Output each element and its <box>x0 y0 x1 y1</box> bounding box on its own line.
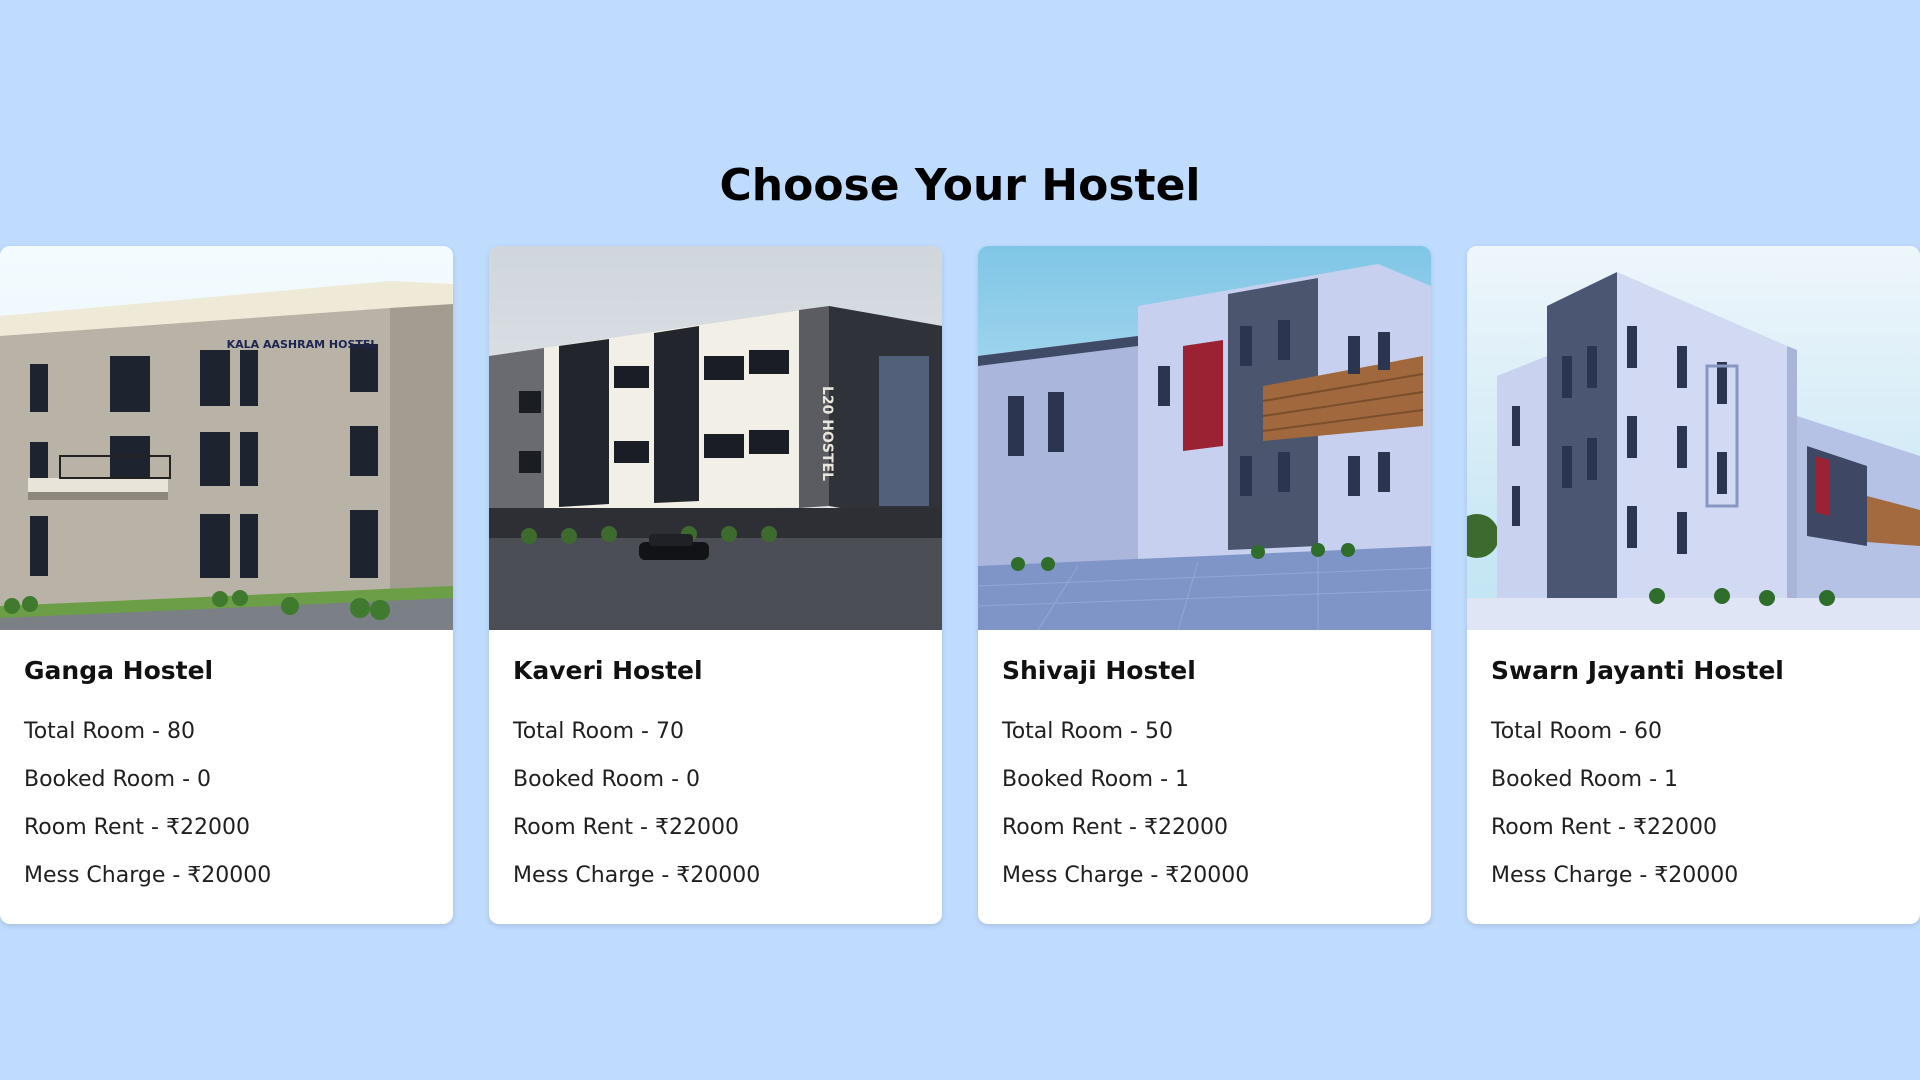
total-room-text: Total Room - 50 <box>1002 719 1173 744</box>
total-room-text: Total Room - 80 <box>24 719 195 744</box>
hostel-selection-page: Choose Your Hostel KALA AASHRAM HOSTEL G… <box>0 0 1920 1080</box>
room-rent-text: Room Rent - ₹22000 <box>1002 815 1228 840</box>
mess-charge-text: Mess Charge - ₹20000 <box>1491 863 1739 888</box>
hostel-building-photo: KALA AASHRAM HOSTEL <box>0 246 453 630</box>
hostel-building-photo <box>1467 246 1920 630</box>
building-sign-text: L20 HOSTEL <box>819 386 835 481</box>
hostel-name: Kaveri Hostel <box>513 656 703 685</box>
building-sign-text: KALA AASHRAM HOSTEL <box>227 338 378 351</box>
hostel-name: Shivaji Hostel <box>1002 656 1196 685</box>
mess-charge-text: Mess Charge - ₹20000 <box>24 863 272 888</box>
page-title: Choose Your Hostel <box>719 160 1201 211</box>
hostel-card-list: KALA AASHRAM HOSTEL Ganga Hostel Total R… <box>0 246 1920 924</box>
hostel-image <box>1467 246 1920 630</box>
total-room-text: Total Room - 60 <box>1491 719 1662 744</box>
booked-room-text: Booked Room - 0 <box>24 767 212 792</box>
hostel-building-photo: L20 HOSTEL <box>489 246 942 630</box>
hostel-image: KALA AASHRAM HOSTEL <box>0 246 453 630</box>
hostel-details: Swarn Jayanti Hostel Total Room - 60 Boo… <box>1467 630 1920 900</box>
hostel-image: L20 HOSTEL <box>489 246 942 630</box>
hostel-building-photo <box>978 246 1431 630</box>
hostel-details: Kaveri Hostel Total Room - 70 Booked Roo… <box>489 630 942 900</box>
mess-charge-text: Mess Charge - ₹20000 <box>513 863 761 888</box>
booked-room-text: Booked Room - 0 <box>513 767 701 792</box>
hostel-card-ganga[interactable]: KALA AASHRAM HOSTEL Ganga Hostel Total R… <box>0 246 453 924</box>
room-rent-text: Room Rent - ₹22000 <box>24 815 250 840</box>
room-rent-text: Room Rent - ₹22000 <box>1491 815 1717 840</box>
hostel-card-shivaji[interactable]: Shivaji Hostel Total Room - 50 Booked Ro… <box>978 246 1431 924</box>
hostel-card-swarn-jayanti[interactable]: Swarn Jayanti Hostel Total Room - 60 Boo… <box>1467 246 1920 924</box>
booked-room-text: Booked Room - 1 <box>1002 767 1190 792</box>
total-room-text: Total Room - 70 <box>513 719 684 744</box>
booked-room-text: Booked Room - 1 <box>1491 767 1679 792</box>
hostel-image <box>978 246 1431 630</box>
hostel-details: Ganga Hostel Total Room - 80 Booked Room… <box>0 630 453 900</box>
mess-charge-text: Mess Charge - ₹20000 <box>1002 863 1250 888</box>
hostel-name: Ganga Hostel <box>24 656 214 685</box>
room-rent-text: Room Rent - ₹22000 <box>513 815 739 840</box>
hostel-card-kaveri[interactable]: L20 HOSTEL Kaveri Hostel Total Room - 70… <box>489 246 942 924</box>
hostel-details: Shivaji Hostel Total Room - 50 Booked Ro… <box>978 630 1431 900</box>
hostel-name: Swarn Jayanti Hostel <box>1491 656 1784 685</box>
